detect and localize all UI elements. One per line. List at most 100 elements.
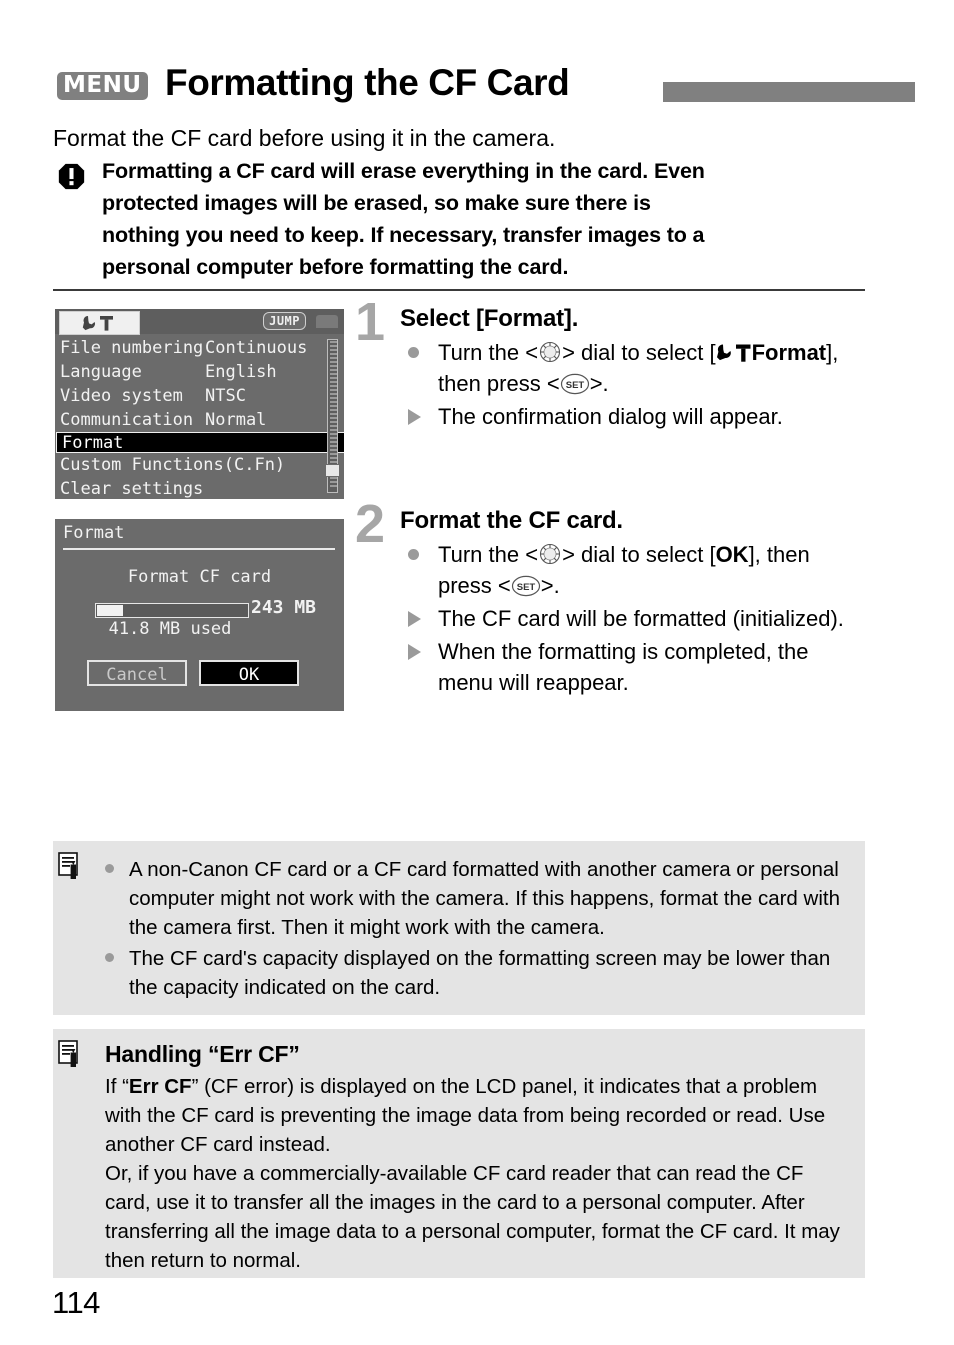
intro-text: Format the CF card before using it in th… — [53, 125, 556, 151]
dot-bullet-icon — [408, 549, 419, 560]
note-list: A non-Canon CF card or a CF card formatt… — [53, 841, 865, 1002]
capacity-used-label: 41.8 MB used — [108, 619, 232, 639]
dial-icon — [540, 543, 561, 565]
setup-tools-icon — [716, 344, 751, 362]
lcd-corner-icon — [316, 315, 338, 328]
ok-button[interactable]: OK — [199, 660, 299, 686]
menu-row-label: File numbering — [60, 338, 204, 358]
triangle-bullet-icon — [408, 644, 421, 660]
menu-row-label: Format — [62, 433, 124, 453]
jump-button[interactable]: JUMP — [263, 312, 306, 330]
capacity-bar — [95, 603, 249, 618]
step-bullet: Turn the < > dial to select [OK], then pr… — [400, 539, 865, 601]
format-dialog-message: Format CF card — [127, 567, 272, 587]
step-body: Select [Format]. Turn the < > dial to sel… — [400, 303, 865, 432]
menu-row[interactable]: Custom Functions(C.Fn) — [55, 453, 332, 477]
setup-tools-icon — [82, 315, 113, 331]
dial-icon — [540, 341, 561, 363]
step-text: When the formatting is completed, the me… — [438, 639, 809, 695]
capacity-total-label: 243 MB — [251, 597, 317, 618]
note-pen-icon — [58, 852, 78, 879]
menu-row-selected-format[interactable]: Format — [56, 432, 344, 453]
caution-line: Formatting a CF card will erase everythi… — [102, 159, 705, 183]
cancel-button[interactable]: Cancel — [87, 660, 187, 686]
menu-row-label: Communication — [60, 410, 194, 430]
svg-text:SET: SET — [517, 582, 536, 593]
step-text: Turn the < > dial to select [Format], the… — [438, 340, 839, 396]
manual-page: MENU Formatting the CF Card Format the C… — [0, 0, 954, 1345]
step-heading: Format the CF card. — [400, 507, 623, 534]
dot-bullet-icon — [408, 347, 419, 358]
lcd-scrollbar-thumb[interactable] — [325, 464, 340, 477]
page-number: 114 — [52, 1285, 100, 1320]
triangle-bullet-icon — [408, 409, 421, 425]
triangle-bullet-icon — [408, 611, 421, 627]
note-box-tips: A non-Canon CF card or a CF card formatt… — [53, 841, 865, 1015]
set-button-icon: SET — [560, 373, 589, 395]
err-cf-keyword: Err CF — [128, 1075, 192, 1098]
note-item-text: A non-Canon CF card or a CF card formatt… — [129, 858, 840, 939]
ok-keyword: OK — [715, 542, 749, 567]
note-paragraph-2: Or, if you have a commercially-available… — [105, 1162, 840, 1272]
step-text: The confirmation dialog will appear. — [438, 404, 783, 429]
set-button-icon: SET — [511, 575, 540, 597]
menu-row-value: NTSC — [205, 386, 246, 406]
menu-row-label: Video system — [60, 386, 183, 406]
err-cf-post: ” (CF error) is displayed on the LCD pan… — [105, 1075, 826, 1156]
step-body: Format the CF card. Turn the < > dial to … — [400, 505, 865, 698]
lcd-format-screenshot: Format Format CF card 243 MB 41.8 MB use… — [55, 519, 344, 711]
menu-row[interactable]: File numbering Continuous — [55, 336, 332, 360]
menu-row-label: Clear settings — [60, 479, 204, 499]
step-bullet: Turn the < > dial to select [Format], the… — [400, 337, 865, 399]
caution-block: Formatting a CF card will erase everythi… — [53, 155, 865, 283]
title-accent-bar — [663, 82, 915, 102]
step-number: 1 — [355, 292, 386, 352]
caution-line: nothing you need to keep. If necessary, … — [102, 223, 705, 247]
menu-row[interactable]: Clear settings — [55, 477, 332, 499]
dot-bullet-icon — [105, 864, 114, 873]
format-dialog-rule — [63, 548, 335, 550]
note-paragraph-1: If “Err CF” (CF error) is displayed on t… — [53, 1072, 865, 1159]
section-divider — [53, 289, 865, 291]
menu-row-value: Continuous — [205, 338, 308, 358]
caution-text: Formatting a CF card will erase everythi… — [102, 155, 865, 283]
note-item-text: The CF card's capacity displayed on the … — [129, 947, 831, 999]
note-box-err-cf: Handling “Err CF” If “Err CF” (CF error)… — [53, 1029, 865, 1278]
step-bullet: The CF card will be formatted (initializ… — [400, 603, 865, 634]
note-item: A non-Canon CF card or a CF card formatt… — [105, 855, 843, 942]
menu-row-label: Custom Functions(C.Fn) — [60, 455, 286, 475]
step-text: The CF card will be formatted (initializ… — [438, 606, 844, 631]
menu-row[interactable]: Video system NTSC — [55, 384, 332, 408]
menu-row-value: Normal — [205, 410, 267, 430]
menu-row-value: English — [205, 362, 277, 382]
lcd-menu-rows: File numbering Continuous Language Engli… — [55, 336, 344, 499]
step-bullet: When the formatting is completed, the me… — [400, 636, 865, 698]
note-pen-icon — [58, 1040, 78, 1067]
svg-text:SET: SET — [565, 380, 584, 391]
capacity-bar-used-fill — [97, 605, 123, 616]
step-text: Turn the < > dial to select [OK], then pr… — [438, 542, 810, 598]
caution-line: protected images will be erased, so make… — [102, 191, 651, 215]
dot-bullet-icon — [105, 953, 114, 962]
note-item: The CF card's capacity displayed on the … — [105, 944, 843, 1002]
menu-row-label: Language — [60, 362, 142, 382]
page-header: MENU Formatting the CF Card — [53, 62, 915, 106]
err-cf-pre: If “ — [105, 1075, 129, 1098]
format-keyword: Format — [751, 340, 827, 365]
page-title: Formatting the CF Card — [165, 62, 570, 103]
note-box-title: Handling “Err CF” — [105, 1041, 300, 1067]
menu-row[interactable]: Communication Normal — [55, 408, 332, 432]
step-1: 1 Select [Format]. Turn the < > dial to s… — [355, 295, 865, 432]
lcd-menu-screenshot: JUMP File numbering Continuous Language … — [55, 309, 344, 499]
warning-icon — [58, 163, 85, 190]
step-bullet: The confirmation dialog will appear. — [400, 401, 865, 432]
step-2: 2 Format the CF card. Turn the < > dial t… — [355, 497, 865, 698]
menu-badge-icon: MENU — [57, 72, 148, 100]
caution-line: personal computer before formatting the … — [102, 255, 569, 279]
setup-tab-active — [59, 311, 140, 335]
format-dialog-title: Format — [63, 523, 125, 543]
step-heading: Select [Format]. — [400, 305, 579, 332]
step-number: 2 — [355, 494, 386, 554]
menu-row[interactable]: Language English — [55, 360, 332, 384]
lcd-menu-tabbar: JUMP — [55, 309, 344, 335]
